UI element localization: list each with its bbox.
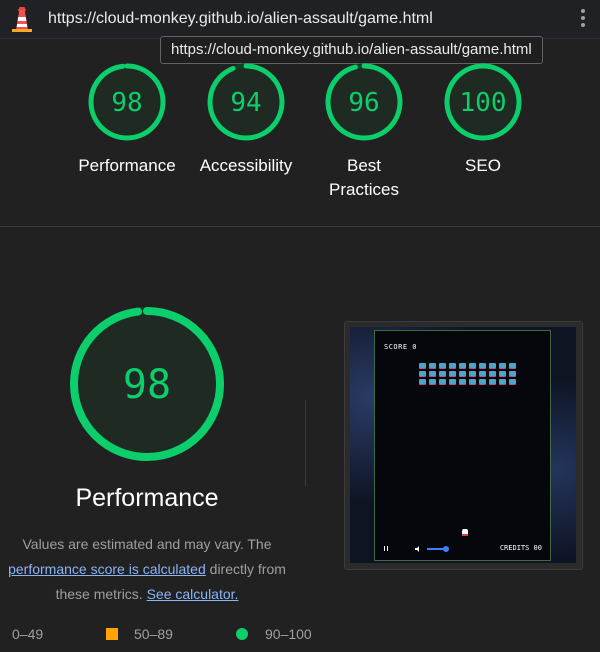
gauge-score: 100 [460,88,507,118]
alien-icon [479,379,486,384]
performance-gauge: 98 [70,307,224,461]
section-divider [0,226,600,227]
game-credits-text: CREDITS 00 [499,544,542,552]
gauge-label: Accessibility [199,156,293,175]
gauge-label: SEO [465,156,501,175]
alien-icon [459,379,466,384]
legend-range: 50–89 [134,626,173,642]
gauge-score: 94 [230,88,261,118]
legend-range: 0–49 [12,626,44,642]
game-screenshot-image: SCORE 0 CREDITS 00 [350,327,576,563]
alien-icon [469,363,476,368]
browser-toolbar: https://cloud-monkey.github.io/alien-ass… [0,0,600,39]
gauge-ring: 100 [444,63,522,141]
gauge-label-line: Best [346,156,382,175]
alien-icon [449,363,456,368]
alien-icon [499,379,506,384]
legend-item-fail: 0–49 [12,626,43,642]
alien-icon [509,363,516,368]
alien-icon [479,371,486,376]
gauge-ring: 98 [88,63,166,141]
alien-icon [439,363,446,368]
alien-icon [439,371,446,376]
gauge-accessibility[interactable]: 94 Accessibility [186,62,306,178]
gauge-performance[interactable]: 98 Performance [67,62,187,178]
alien-grid [419,363,517,387]
alien-icon [429,363,436,368]
gauge-ring: 94 [207,63,285,141]
alien-icon [469,379,476,384]
game-playfield: SCORE 0 CREDITS 00 [374,330,551,561]
alien-icon [429,379,436,384]
gauge-label-line: Practices [329,180,399,199]
alien-icon [509,379,516,384]
gauge-score: 96 [348,88,379,118]
alien-icon [499,371,506,376]
alien-icon [489,371,496,376]
circle-icon [236,628,248,640]
final-screenshot[interactable]: SCORE 0 CREDITS 00 [344,321,583,570]
note-text: Values are estimated and may vary. The [22,536,272,552]
legend-range: 90–100 [265,626,312,642]
score-legend: 0–49 50–89 90–100 [0,626,600,646]
performance-score: 98 [123,362,171,408]
pause-icon [384,546,388,551]
volume-slider-knob [443,546,449,552]
performance-note: Values are estimated and may vary. The p… [0,532,294,607]
alien-icon [509,371,516,376]
see-calculator-link[interactable]: See calculator. [147,586,239,602]
gauge-seo[interactable]: 100 SEO [423,62,543,178]
alien-icon [499,363,506,368]
alien-icon [449,371,456,376]
vertical-divider [305,400,306,486]
volume-icon [415,546,419,552]
alien-icon [459,371,466,376]
alien-icon [459,363,466,368]
alien-icon [469,371,476,376]
alien-icon [419,371,426,376]
alien-icon [449,379,456,384]
address-url[interactable]: https://cloud-monkey.github.io/alien-ass… [48,10,433,28]
score-calculated-link[interactable]: performance score is calculated [8,561,206,577]
alien-row [419,363,517,368]
gauge-best-practices[interactable]: 96 Best Practices [304,62,424,202]
url-tooltip: https://cloud-monkey.github.io/alien-ass… [160,36,543,64]
alien-icon [419,379,426,384]
gauge-score: 98 [111,88,142,118]
gauge-label: Performance [78,156,176,175]
legend-item-pass: 90–100 [236,626,312,642]
lighthouse-icon [12,7,32,32]
gauge-ring: 96 [325,63,403,141]
kebab-menu-icon[interactable] [580,9,586,29]
alien-row [419,379,517,384]
alien-icon [429,371,436,376]
square-icon [106,628,118,640]
player-ship-icon [462,529,468,534]
alien-icon [419,363,426,368]
alien-icon [489,363,496,368]
game-score-text: SCORE 0 [384,343,418,351]
legend-item-average: 50–89 [106,626,173,642]
gauge-label: Best Practices [304,154,424,202]
performance-title: Performance [75,484,219,512]
score-gauges: 98 Performance 94 Accessibility 96 Best … [0,62,600,212]
alien-icon [479,363,486,368]
alien-row [419,371,517,376]
alien-icon [439,379,446,384]
alien-icon [489,379,496,384]
